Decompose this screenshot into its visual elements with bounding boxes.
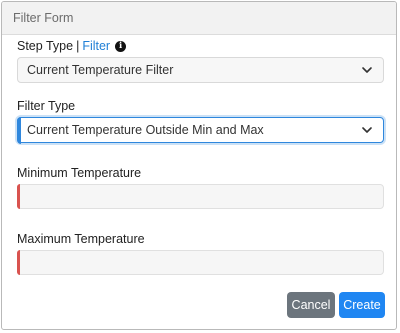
- cancel-button[interactable]: Cancel: [287, 292, 335, 318]
- filter-type-label: Filter Type: [17, 99, 75, 113]
- step-type-label-row: Step Type | Filter i: [17, 39, 127, 53]
- minimum-temperature-label-text: Minimum Temperature: [17, 166, 142, 180]
- maximum-temperature-label: Maximum Temperature: [17, 232, 145, 246]
- minimum-temperature-input[interactable]: [17, 184, 384, 209]
- create-button[interactable]: Create: [339, 292, 385, 318]
- step-type-label: Step Type: [17, 39, 74, 53]
- maximum-temperature-label-text: Maximum Temperature: [17, 232, 145, 246]
- minimum-temperature-label: Minimum Temperature: [17, 166, 141, 180]
- chevron-down-icon: [362, 67, 372, 73]
- panel-title: Filter Form: [13, 11, 74, 25]
- step-type-selected-value: Current Temperature Filter: [27, 63, 174, 77]
- panel-header: Filter Form: [2, 2, 396, 35]
- step-type-select[interactable]: Current Temperature Filter: [17, 57, 384, 83]
- label-separator: |: [76, 39, 80, 53]
- filter-type-selected-value: Current Temperature Outside Min and Max: [27, 123, 264, 137]
- filter-link[interactable]: Filter: [82, 39, 110, 53]
- filter-type-select[interactable]: Current Temperature Outside Min and Max: [16, 116, 384, 144]
- info-icon[interactable]: i: [115, 40, 127, 52]
- filter-form-panel: Filter Form Step Type | Filter i Current…: [1, 1, 397, 330]
- maximum-temperature-input[interactable]: [17, 250, 384, 275]
- filter-type-label-text: Filter Type: [17, 99, 76, 113]
- chevron-down-icon: [362, 127, 372, 133]
